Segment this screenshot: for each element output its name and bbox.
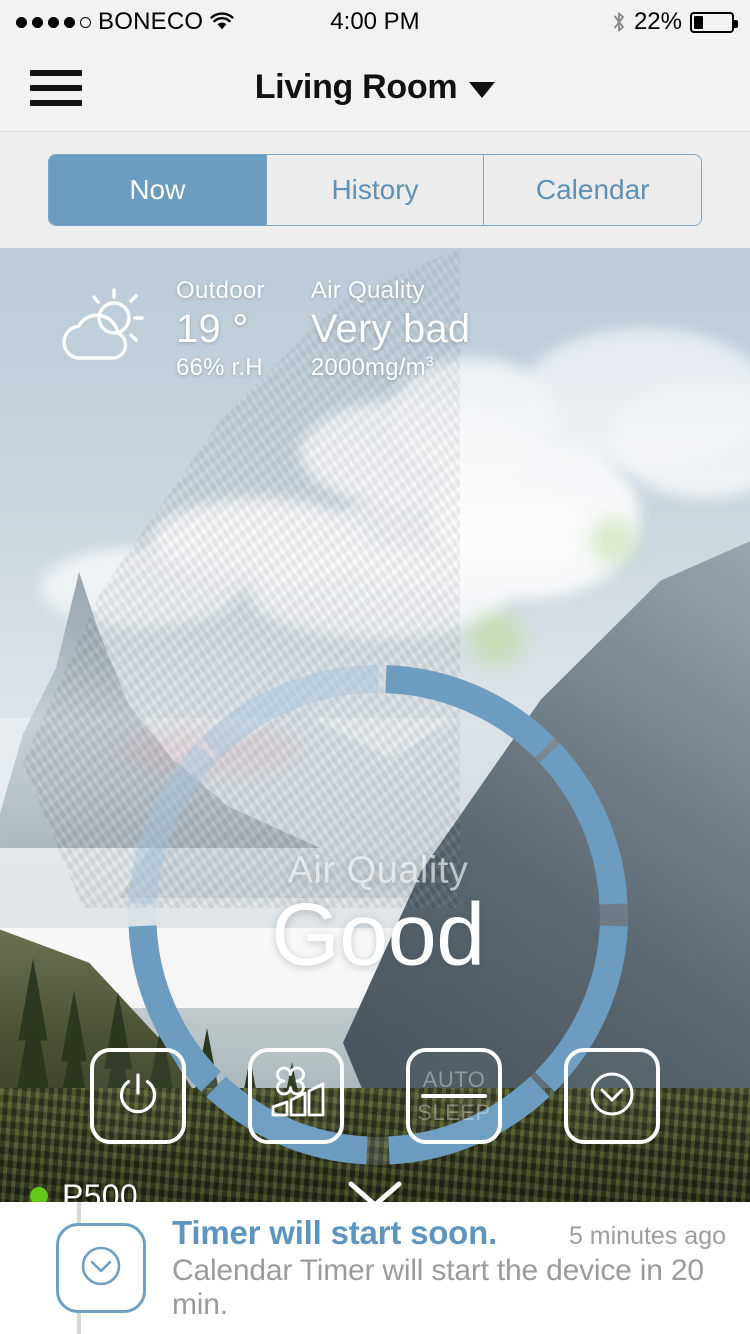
- fan-speed-button[interactable]: [248, 1048, 344, 1144]
- air-quality-label: Air Quality: [310, 277, 425, 304]
- outdoor-humidity: 66% r.H: [176, 354, 263, 381]
- timer-clock-icon: [585, 1067, 639, 1126]
- page-title: Living Room: [254, 68, 458, 106]
- battery-icon: [690, 11, 738, 33]
- tab-history[interactable]: History: [265, 155, 484, 225]
- tab-now[interactable]: Now: [49, 155, 266, 225]
- outdoor-label: Outdoor: [176, 277, 265, 304]
- gauge-value: Good: [271, 884, 485, 984]
- notification-timer-icon-frame: [56, 1223, 146, 1313]
- auto-sleep-divider: [421, 1094, 487, 1098]
- page-title-group[interactable]: Living Room: [0, 68, 750, 107]
- weather-summary: Outdoor 19 ° 66% r.H Air Quality Very ba…: [56, 270, 470, 383]
- tab-calendar[interactable]: Calendar: [483, 155, 701, 225]
- device-controls: AUTO SLEEP: [0, 1048, 750, 1144]
- notification-timestamp: 5 minutes ago: [568, 1222, 726, 1250]
- air-quality-rating: Very bad: [310, 307, 471, 351]
- outdoor-reading: Outdoor 19 ° 66% r.H: [176, 276, 265, 383]
- status-bar-clock: 4:00 PM: [330, 8, 420, 35]
- notification-body: Timer will start soon. 5 minutes ago Cal…: [172, 1214, 726, 1322]
- notification-subtitle: Calendar Timer will start the device in …: [172, 1254, 704, 1321]
- air-quality-reading: Air Quality Very bad 2000mg/m3: [311, 276, 471, 383]
- sleep-label: SLEEP: [417, 1100, 491, 1125]
- auto-sleep-button[interactable]: AUTO SLEEP: [406, 1048, 502, 1144]
- auto-sleep-icon: AUTO SLEEP: [410, 1068, 498, 1124]
- power-icon: [113, 1069, 163, 1124]
- air-quality-concentration: 2000mg/m3: [310, 353, 434, 381]
- sun-behind-cloud-icon: [56, 282, 152, 378]
- hero-panel: Outdoor 19 ° 66% r.H Air Quality Very ba…: [0, 248, 750, 1218]
- outdoor-temperature: 19 °: [176, 307, 249, 351]
- timer-button[interactable]: [564, 1048, 660, 1144]
- timer-clock-icon: [74, 1239, 128, 1298]
- power-button[interactable]: [90, 1048, 186, 1144]
- weather-readings: Outdoor 19 ° 66% r.H Air Quality Very ba…: [176, 276, 470, 383]
- gauge-center-readout: Air Quality Good: [128, 849, 628, 980]
- tab-bar-container: Now History Calendar: [0, 132, 750, 248]
- app-screen: BONECO 4:00 PM 22% Living Room Now Histo…: [0, 0, 750, 1334]
- caret-down-icon[interactable]: [469, 81, 496, 98]
- status-bar: BONECO 4:00 PM 22%: [0, 0, 750, 44]
- notification-header: Timer will start soon. 5 minutes ago: [172, 1214, 726, 1252]
- fan-speed-icon: [265, 1065, 327, 1128]
- hamburger-menu-icon[interactable]: [30, 69, 82, 106]
- navigation-bar: Living Room: [0, 44, 750, 132]
- notification-title: Timer will start soon.: [172, 1214, 498, 1251]
- notification-card[interactable]: Timer will start soon. 5 minutes ago Cal…: [0, 1202, 750, 1334]
- auto-label: AUTO: [422, 1066, 486, 1092]
- segmented-tab-bar: Now History Calendar: [48, 154, 702, 226]
